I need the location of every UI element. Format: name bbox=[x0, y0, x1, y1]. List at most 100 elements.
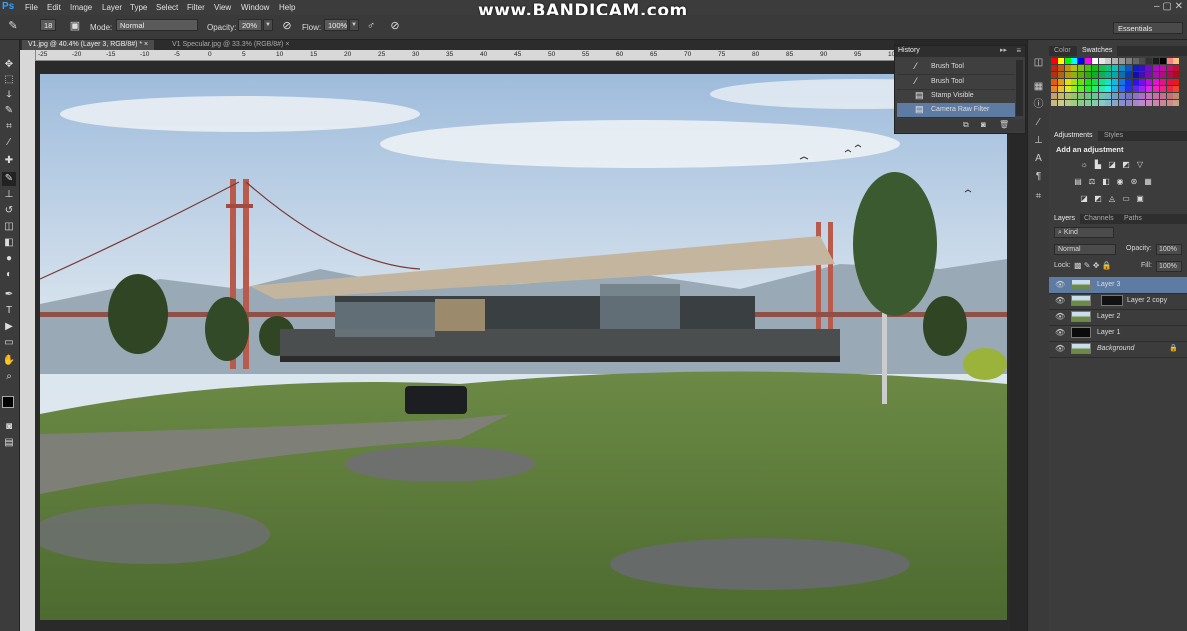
flow-dropdown[interactable]: ▼ bbox=[349, 19, 359, 31]
swatch[interactable] bbox=[1153, 86, 1159, 92]
brightness-contrast-icon[interactable]: ☼ bbox=[1079, 160, 1089, 169]
foreground-color-swatch[interactable] bbox=[2, 396, 14, 408]
swatch[interactable] bbox=[1064, 72, 1071, 78]
swatch[interactable] bbox=[1098, 65, 1105, 71]
swatch[interactable] bbox=[1085, 100, 1091, 106]
tool-presets-icon[interactable]: ⌗ bbox=[1032, 190, 1045, 203]
color-lookup-icon[interactable]: ▦ bbox=[1143, 177, 1153, 186]
opacity-dropdown[interactable]: ▼ bbox=[263, 19, 273, 31]
swatch[interactable] bbox=[1051, 72, 1057, 78]
history-panel-icon[interactable]: ◫ bbox=[1032, 56, 1045, 69]
eraser-tool-icon[interactable]: ◫ bbox=[2, 220, 16, 234]
swatch[interactable] bbox=[1064, 65, 1071, 71]
trash-icon[interactable]: 🗑 bbox=[999, 120, 1009, 129]
swatch[interactable] bbox=[1139, 58, 1146, 64]
swatch[interactable] bbox=[1091, 58, 1098, 64]
tab-channels[interactable]: Channels bbox=[1079, 214, 1119, 224]
quick-select-tool-icon[interactable]: ✎ bbox=[2, 104, 16, 118]
layer-row[interactable]: 👁 Layer 1 bbox=[1049, 325, 1187, 342]
visibility-eye-icon[interactable]: 👁 bbox=[1055, 341, 1065, 357]
menu-filter[interactable]: Filter bbox=[187, 2, 205, 13]
swatch[interactable] bbox=[1085, 86, 1091, 92]
swatch[interactable] bbox=[1091, 93, 1098, 99]
selective-color-icon[interactable]: ▣ bbox=[1135, 194, 1145, 203]
pressure-size-icon[interactable]: ⊘ bbox=[388, 19, 402, 33]
black-white-icon[interactable]: ◧ bbox=[1101, 177, 1111, 186]
swatch[interactable] bbox=[1173, 100, 1180, 106]
swatch[interactable] bbox=[1153, 93, 1159, 99]
swatch[interactable] bbox=[1091, 100, 1098, 106]
marquee-tool-icon[interactable]: ⬚ bbox=[2, 73, 16, 87]
swatch[interactable] bbox=[1173, 93, 1180, 99]
swatch[interactable] bbox=[1085, 72, 1091, 78]
swatch[interactable] bbox=[1078, 72, 1085, 78]
swatch[interactable] bbox=[1112, 58, 1119, 64]
swatch[interactable] bbox=[1139, 86, 1146, 92]
dodge-tool-icon[interactable]: ◐ bbox=[2, 268, 16, 282]
brush-tool-icon[interactable]: ✎ bbox=[6, 19, 20, 33]
swatch[interactable] bbox=[1125, 93, 1132, 99]
swatch[interactable] bbox=[1064, 58, 1071, 64]
menu-help[interactable]: Help bbox=[279, 2, 295, 13]
vibrance-icon[interactable]: ▽ bbox=[1135, 160, 1145, 169]
document-image[interactable] bbox=[40, 74, 1007, 620]
swatch[interactable] bbox=[1146, 72, 1153, 78]
swatch[interactable] bbox=[1166, 72, 1173, 78]
path-select-tool-icon[interactable]: ▶ bbox=[2, 320, 16, 334]
photo-filter-icon[interactable]: ◉ bbox=[1115, 177, 1125, 186]
swatch[interactable] bbox=[1057, 58, 1064, 64]
swatch[interactable] bbox=[1071, 100, 1078, 106]
swatch[interactable] bbox=[1146, 65, 1153, 71]
layer-row[interactable]: 👁 Layer 2 copy bbox=[1049, 293, 1187, 310]
swatch[interactable] bbox=[1057, 100, 1064, 106]
swatch[interactable] bbox=[1166, 65, 1173, 71]
swatch[interactable] bbox=[1159, 65, 1166, 71]
swatch[interactable] bbox=[1064, 86, 1071, 92]
swatch[interactable] bbox=[1078, 65, 1085, 71]
swatch[interactable] bbox=[1091, 79, 1098, 85]
collapse-icon[interactable]: ▸▸ bbox=[1000, 46, 1007, 54]
layer-row[interactable]: 👁 Layer 2 bbox=[1049, 309, 1187, 326]
lasso-tool-icon[interactable]: ↆ bbox=[2, 88, 16, 102]
clone-source-icon[interactable]: ⊥ bbox=[1032, 134, 1045, 147]
swatch[interactable] bbox=[1146, 86, 1153, 92]
swatch[interactable] bbox=[1132, 58, 1139, 64]
swatch[interactable] bbox=[1091, 65, 1098, 71]
menu-select[interactable]: Select bbox=[156, 2, 178, 13]
channel-mixer-icon[interactable]: ⊛ bbox=[1129, 177, 1139, 186]
swatch[interactable] bbox=[1057, 72, 1064, 78]
swatch[interactable] bbox=[1071, 93, 1078, 99]
mode-select[interactable]: Normal bbox=[116, 19, 198, 31]
swatch[interactable] bbox=[1112, 100, 1119, 106]
swatch[interactable] bbox=[1105, 86, 1112, 92]
history-item-selected[interactable]: ▤ Camera Raw Filter bbox=[897, 103, 1015, 118]
visibility-eye-icon[interactable]: 👁 bbox=[1055, 293, 1065, 309]
brush-size-field[interactable]: 18 bbox=[40, 19, 56, 31]
properties-panel-icon[interactable]: ▦ bbox=[1032, 80, 1045, 93]
visibility-eye-icon[interactable]: 👁 bbox=[1055, 277, 1065, 293]
swatch[interactable] bbox=[1071, 72, 1078, 78]
swatches-grid[interactable] bbox=[1051, 58, 1181, 110]
layer-opacity-field[interactable]: 100% bbox=[1156, 244, 1182, 255]
swatch[interactable] bbox=[1132, 100, 1139, 106]
eyedropper-tool-icon[interactable]: ⁄ bbox=[2, 136, 16, 150]
tab-v1[interactable]: V1.jpg @ 40.4% (Layer 3, RGB/8#) * × bbox=[22, 40, 155, 50]
tab-styles[interactable]: Styles bbox=[1099, 131, 1128, 141]
exposure-icon[interactable]: ◩ bbox=[1121, 160, 1131, 169]
brush-panel-icon[interactable]: ▣ bbox=[68, 19, 82, 33]
menu-view[interactable]: View bbox=[214, 2, 231, 13]
swatch[interactable] bbox=[1166, 86, 1173, 92]
workspace-select[interactable]: Essentials bbox=[1113, 22, 1183, 34]
swatch[interactable] bbox=[1051, 86, 1057, 92]
color-balance-icon[interactable]: ⚖ bbox=[1087, 177, 1097, 186]
visibility-eye-icon[interactable]: 👁 bbox=[1055, 309, 1065, 325]
swatch[interactable] bbox=[1125, 100, 1132, 106]
swatch[interactable] bbox=[1132, 72, 1139, 78]
swatch[interactable] bbox=[1091, 86, 1098, 92]
type-tool-icon[interactable]: T bbox=[2, 304, 16, 318]
window-controls[interactable]: – ▢ ✕ bbox=[1154, 1, 1183, 12]
crop-tool-icon[interactable]: ⌗ bbox=[2, 120, 16, 134]
paragraph-panel-icon[interactable]: ¶ bbox=[1032, 170, 1045, 183]
swatch[interactable] bbox=[1153, 72, 1159, 78]
swatch[interactable] bbox=[1112, 79, 1119, 85]
